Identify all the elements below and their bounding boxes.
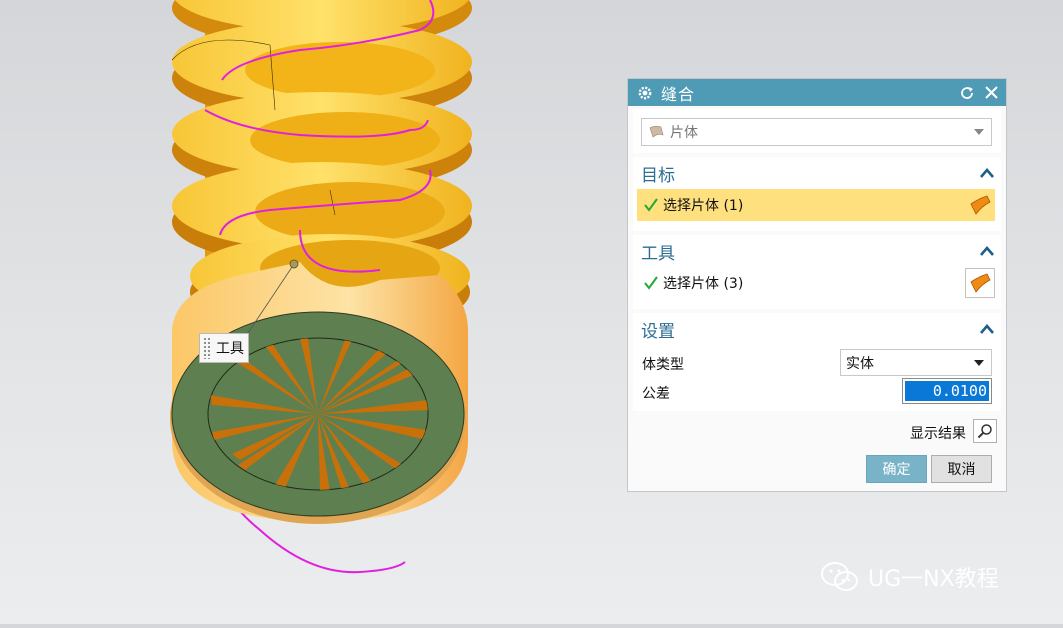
target-section: 目标 选择片体 (1) — [633, 157, 1001, 231]
watermark: UG一NX教程 — [820, 560, 999, 594]
body-type-select[interactable]: 实体 — [840, 349, 992, 376]
dialog-title: 缝合 — [661, 84, 696, 104]
chevron-down-icon — [974, 129, 984, 135]
target-header-label: 目标 — [641, 165, 675, 186]
tolerance-input[interactable]: 0.0100 — [902, 378, 992, 404]
target-select-row[interactable]: 选择片体 (1) — [637, 189, 995, 221]
type-select-value: 片体 — [670, 125, 698, 141]
face-select-icon — [970, 195, 991, 215]
gear-icon — [638, 86, 652, 99]
drag-grip-icon[interactable] — [203, 337, 211, 359]
settings-section-header[interactable]: 设置 — [633, 313, 1001, 345]
reset-button[interactable] — [958, 84, 976, 102]
target-section-header[interactable]: 目标 — [633, 157, 1001, 189]
dialog-titlebar[interactable]: 缝合 — [628, 79, 1006, 106]
collapse-chevron-icon[interactable] — [979, 167, 995, 179]
wechat-icon — [821, 562, 858, 591]
watermark-text: UG一NX教程 — [868, 567, 999, 592]
tool-label-text: 工具 — [216, 341, 244, 357]
show-result-label: 显示结果 — [910, 426, 966, 442]
ok-button[interactable]: 确定 — [866, 455, 927, 483]
tool-face-select-button[interactable] — [965, 268, 995, 298]
tolerance-value: 0.0100 — [905, 381, 989, 401]
type-select[interactable]: 片体 — [641, 118, 992, 146]
cancel-button[interactable]: 取消 — [931, 455, 992, 483]
type-section: 片体 — [633, 109, 1001, 153]
tool-header-label: 工具 — [641, 243, 675, 264]
tool-section: 工具 选择片体 (3) — [633, 235, 1001, 309]
target-select-label: 选择片体 (1) — [663, 198, 744, 214]
settings-header-label: 设置 — [641, 321, 675, 342]
sew-dialog: 缝合 片体 目标 选择片体 (1) 工具 选择片体 (3) 设置 体类型 实体 … — [627, 78, 1007, 492]
check-icon — [644, 276, 658, 290]
settings-section: 设置 体类型 实体 公差 0.0100 — [633, 313, 1001, 411]
tool-select-row[interactable]: 选择片体 (3) — [637, 267, 995, 299]
magnifier-icon — [977, 424, 992, 439]
reset-icon — [961, 86, 973, 99]
tolerance-label: 公差 — [642, 386, 670, 402]
tool-section-header[interactable]: 工具 — [633, 235, 1001, 267]
body-type-label: 体类型 — [642, 357, 684, 373]
tool-label-tag[interactable]: 工具 — [199, 333, 249, 363]
face-select-icon — [970, 273, 991, 293]
collapse-chevron-icon[interactable] — [979, 245, 995, 257]
tool-select-label: 选择片体 (3) — [663, 276, 744, 292]
body-type-value: 实体 — [846, 355, 874, 372]
close-icon — [984, 86, 998, 99]
target-face-select-button[interactable] — [965, 190, 995, 220]
collapse-chevron-icon[interactable] — [979, 323, 995, 335]
selection-point[interactable] — [289, 259, 299, 269]
chevron-down-icon — [974, 359, 984, 366]
show-result-button[interactable] — [973, 419, 997, 443]
check-icon — [644, 198, 658, 212]
sheet-body-icon — [649, 125, 664, 138]
close-button[interactable] — [982, 84, 1000, 102]
